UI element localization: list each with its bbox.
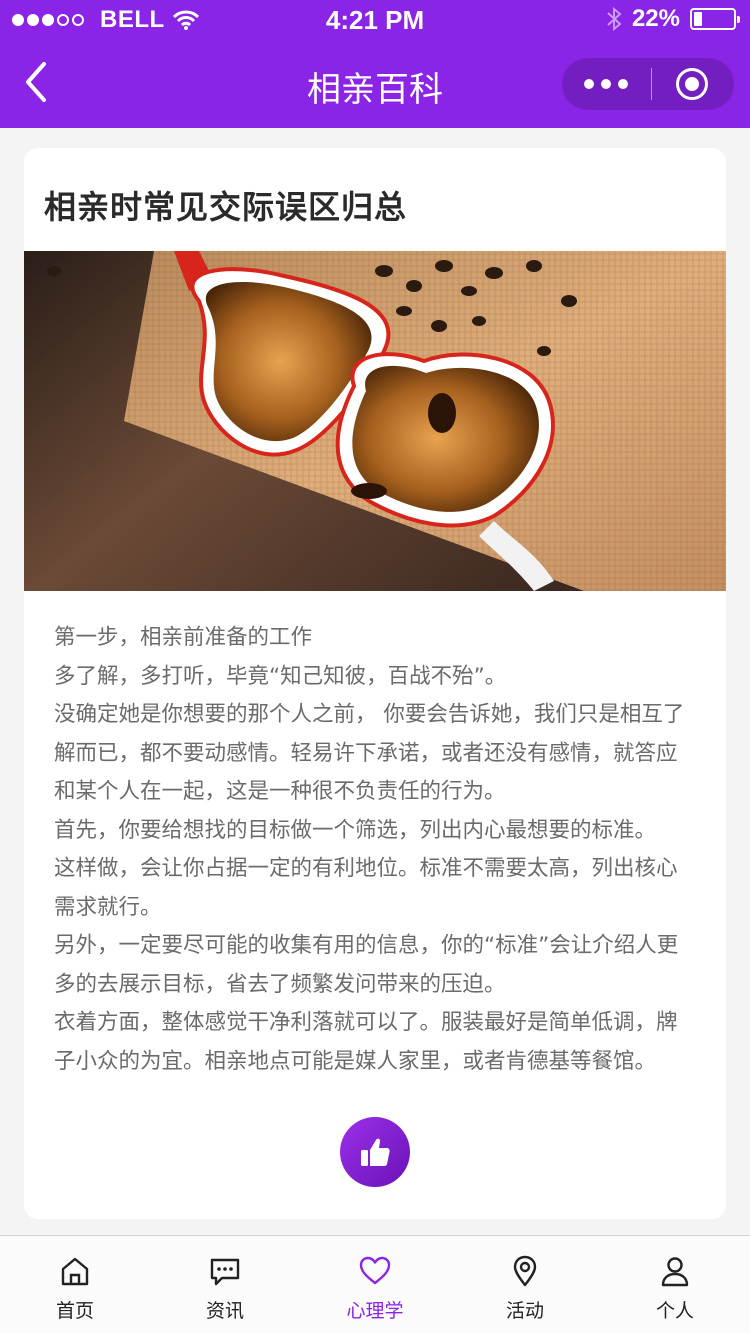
heart-coffee-cups-image xyxy=(24,251,726,591)
bottom-tab-bar: 首页 资讯 心理学 活动 个人 xyxy=(0,1235,750,1333)
battery-percent: 22% xyxy=(631,5,680,32)
article-title: 相亲时常见交际误区归总 xyxy=(44,188,408,226)
mini-program-capsule xyxy=(562,58,734,110)
like-button[interactable] xyxy=(340,1117,410,1187)
article-line: 这样做，会让你占据一定的有利地位。标准不需要太高，列出核心 xyxy=(54,856,678,881)
status-right: 22% xyxy=(606,5,740,33)
article-line: 多的去展示目标，省去了频繁发问带来的压迫。 xyxy=(54,971,506,997)
tab-activities[interactable]: 活动 xyxy=(450,1236,600,1333)
tab-label: 资讯 xyxy=(205,1300,244,1322)
home-icon xyxy=(61,1257,89,1286)
bluetooth-icon xyxy=(607,6,622,32)
close-mini-program-button[interactable] xyxy=(676,68,708,100)
more-dots-icon xyxy=(584,79,594,89)
battery-level xyxy=(694,12,702,26)
tab-label: 个人 xyxy=(655,1300,694,1322)
article-line: 解而已，都不要动感情。轻易许下承诺，或者还没有感情，就答应 xyxy=(54,740,678,766)
app-header: BELL 4:21 PM 22% 相亲百科 xyxy=(0,0,750,128)
user-icon xyxy=(661,1257,689,1287)
capsule-divider xyxy=(651,68,652,100)
article-line: 子小众的为宜。相亲地点可能是媒人家里，或者肯德基等餐馆。 xyxy=(54,1048,657,1074)
nav-bar: 相亲百科 xyxy=(0,40,750,128)
article-line: 第一步，相亲前准备的工作 xyxy=(54,625,313,650)
chat-bubble-icon xyxy=(210,1258,240,1286)
article-line: 另外，一定要尽可能的收集有用的信息，你的“标准”会让介绍人更 xyxy=(54,933,679,958)
tab-profile[interactable]: 个人 xyxy=(600,1236,750,1333)
battery-icon xyxy=(690,8,740,30)
tab-home[interactable]: 首页 xyxy=(0,1236,150,1333)
tab-label: 首页 xyxy=(55,1300,94,1322)
tab-label: 活动 xyxy=(505,1300,544,1322)
article-line: 没确定她是你想要的那个人之前， 你要会告诉她，我们只是相互了 xyxy=(54,702,685,727)
article-line: 和某个人在一起，这是一种很不负责任的行为。 xyxy=(54,779,506,804)
tab-news[interactable]: 资讯 xyxy=(150,1236,300,1333)
article-card: 相亲时常见交际误区归总 第一步，相亲前准备的工作 多了解，多打听，毕竟“知己知彼… xyxy=(24,148,726,1219)
status-bar: BELL 4:21 PM 22% xyxy=(0,0,750,40)
article-line: 多了解，多打听，毕竟“知己知彼，百战不殆”。 xyxy=(54,663,507,689)
more-options-button[interactable] xyxy=(562,58,650,110)
location-pin-icon xyxy=(513,1255,537,1287)
article-line: 衣着方面，整体感觉干净利落就可以了。服装最好是简单低调，牌 xyxy=(54,1010,678,1035)
thumbs-up-icon xyxy=(361,1138,390,1166)
article-line: 需求就行。 xyxy=(54,894,162,920)
tab-psychology[interactable]: 心理学 xyxy=(300,1236,450,1333)
heart-icon xyxy=(359,1256,391,1285)
tab-label: 心理学 xyxy=(346,1300,404,1322)
article-body: 第一步，相亲前准备的工作 多了解，多打听，毕竟“知己知彼，百战不殆”。 没确定她… xyxy=(54,619,704,1081)
article-line: 首先，你要给想找的目标做一个筛选，列出内心最想要的标准。 xyxy=(54,817,657,843)
